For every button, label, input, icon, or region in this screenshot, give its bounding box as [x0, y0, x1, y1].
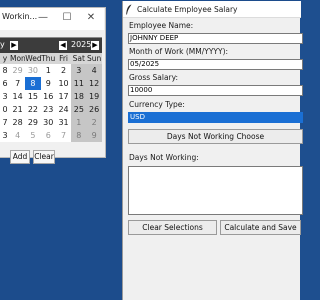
- calendar-day[interactable]: 15: [25, 90, 41, 103]
- week-number: 3: [0, 90, 10, 103]
- salary-window: Calculate Employee Salary Employee Name:…: [122, 1, 303, 300]
- calendar: y ▶ ◀ 2025 ▶ y Mon Wed Thu Fri Sat Sun 8 29 30 1 2 3…: [0, 37, 102, 142]
- calendar-header: y ▶ ◀ 2025 ▶: [0, 38, 102, 53]
- currency-type-list-item[interactable]: USD: [128, 112, 303, 123]
- calendar-day[interactable]: 30: [40, 116, 56, 129]
- calendar-day[interactable]: 1: [71, 116, 87, 129]
- calculate-and-save-button[interactable]: Calculate and Save: [220, 220, 301, 235]
- month-of-work-label: Month of Work (MM/YYYY):: [129, 47, 229, 56]
- week-number: 7: [0, 116, 10, 129]
- calendar-day[interactable]: 2: [55, 64, 72, 77]
- calendar-day[interactable]: 21: [10, 103, 26, 116]
- calendar-day[interactable]: 1: [40, 64, 56, 77]
- calendar-day[interactable]: 18: [71, 90, 87, 103]
- month-label: y: [0, 40, 5, 49]
- clear-selections-button[interactable]: Clear Selections: [128, 220, 217, 235]
- title-bar[interactable]: Workin... — ☐ ✕: [0, 8, 104, 30]
- calendar-day[interactable]: 25: [71, 103, 87, 116]
- calendar-day[interactable]: 29: [10, 64, 26, 77]
- calendar-day[interactable]: 23: [40, 103, 56, 116]
- calendar-day[interactable]: 28: [10, 116, 26, 129]
- currency-type-label: Currency Type:: [129, 100, 185, 109]
- minimize-icon[interactable]: —: [38, 12, 48, 24]
- gross-salary-field[interactable]: 10000: [128, 85, 303, 96]
- day-header: Thu: [40, 53, 56, 64]
- day-header: Wed: [25, 53, 42, 64]
- days-not-working-textarea[interactable]: [128, 166, 303, 215]
- close-icon[interactable]: ✕: [86, 12, 96, 24]
- clear-button[interactable]: Clear: [33, 150, 55, 164]
- days-not-working-label: Days Not Working:: [129, 153, 199, 162]
- calendar-day[interactable]: 24: [55, 103, 72, 116]
- working-days-window: Workin... — ☐ ✕ y ▶ ◀ 2025 ▶ y Mon Wed Thu F…: [0, 7, 106, 164]
- calendar-day[interactable]: 26: [86, 103, 102, 116]
- window-title: Calculate Employee Salary: [137, 5, 238, 14]
- calendar-day[interactable]: 16: [40, 90, 56, 103]
- calendar-grid: y Mon Wed Thu Fri Sat Sun 8 29 30 1 2 3 4 6 7 8 9 10 11 12 3 1…: [0, 53, 102, 142]
- calendar-day[interactable]: 10: [55, 77, 72, 90]
- feather-icon: [126, 4, 132, 15]
- calendar-day[interactable]: 22: [25, 103, 41, 116]
- add-button[interactable]: Add: [10, 150, 30, 164]
- calendar-day[interactable]: 9: [86, 129, 102, 142]
- calendar-day-selected[interactable]: 8: [25, 77, 41, 90]
- calendar-day[interactable]: 4: [10, 129, 26, 142]
- week-number: 6: [0, 77, 10, 90]
- prev-year-arrow-icon[interactable]: ◀: [59, 41, 67, 50]
- calendar-day[interactable]: 4: [86, 64, 102, 77]
- calendar-day[interactable]: 3: [71, 64, 87, 77]
- employee-name-field[interactable]: JOHNNY DEEP: [128, 33, 303, 44]
- gross-salary-label: Gross Salary:: [129, 73, 179, 82]
- week-number: 0: [0, 103, 10, 116]
- calendar-day[interactable]: 6: [40, 129, 56, 142]
- calendar-day[interactable]: 12: [86, 77, 102, 90]
- day-header: Sat: [71, 53, 87, 64]
- calendar-day[interactable]: 14: [10, 90, 26, 103]
- month-of-work-field[interactable]: 05/2025: [128, 59, 303, 70]
- calendar-day[interactable]: 7: [10, 77, 26, 90]
- calendar-day[interactable]: 30: [25, 64, 41, 77]
- week-number: 3: [0, 129, 10, 142]
- calendar-day[interactable]: 8: [71, 129, 87, 142]
- window-title: Workin...: [2, 12, 38, 21]
- calendar-day[interactable]: 7: [55, 129, 72, 142]
- days-not-working-choose-button[interactable]: Days Not Working Choose: [128, 129, 303, 144]
- title-bar[interactable]: Calculate Employee Salary: [123, 1, 301, 18]
- calendar-day[interactable]: 9: [40, 77, 56, 90]
- calendar-day[interactable]: 29: [25, 116, 41, 129]
- calendar-day[interactable]: 2: [86, 116, 102, 129]
- calendar-day[interactable]: 17: [55, 90, 72, 103]
- calendar-day[interactable]: 5: [25, 129, 41, 142]
- day-header: Sun: [86, 53, 102, 64]
- maximize-icon[interactable]: ☐: [62, 12, 72, 24]
- year-label: 2025: [71, 40, 92, 49]
- day-header: Fri: [55, 53, 72, 64]
- calendar-day[interactable]: 11: [71, 77, 87, 90]
- calendar-day[interactable]: 31: [55, 116, 72, 129]
- week-number: 8: [0, 64, 10, 77]
- prev-month-arrow-icon[interactable]: ▶: [10, 41, 18, 50]
- day-header: y: [0, 53, 10, 64]
- day-header: Mon: [10, 53, 26, 64]
- calendar-day[interactable]: 19: [86, 90, 102, 103]
- next-year-arrow-icon[interactable]: ▶: [91, 41, 99, 50]
- employee-name-label: Employee Name:: [129, 21, 194, 30]
